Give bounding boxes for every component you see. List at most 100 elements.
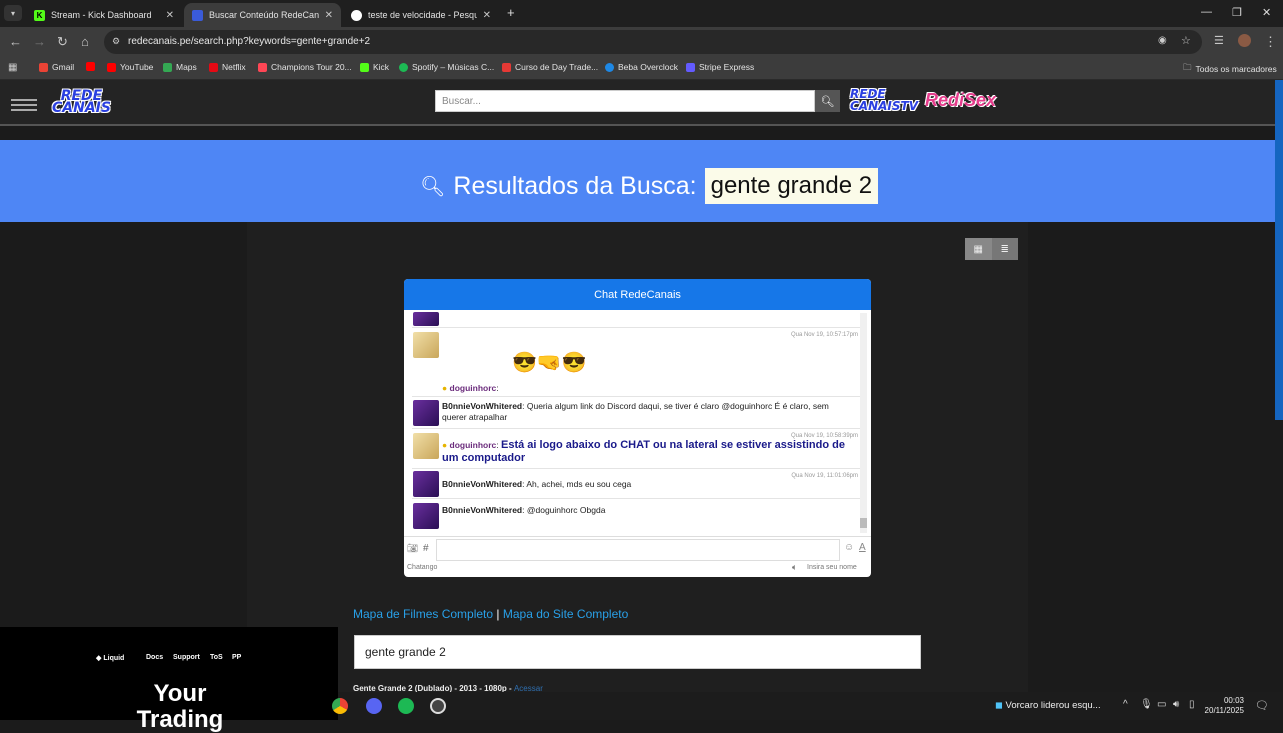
grid-view-icon[interactable]: ▦ (965, 238, 992, 260)
forward-icon[interactable]: → (33, 34, 46, 49)
news-widget[interactable]: ◼ Vorcaro liderou esqu... (995, 700, 1101, 711)
profile-avatar[interactable] (1238, 34, 1251, 47)
back-icon[interactable]: ← (9, 34, 22, 49)
nav-docs[interactable]: Docs (146, 654, 163, 661)
stripe-icon (686, 62, 695, 72)
new-tab-button[interactable]: + (507, 5, 515, 20)
message-timestamp: Qua Nov 19, 10:57:17pm (790, 332, 858, 338)
site-logo[interactable]: REDE CANAIS (52, 89, 111, 115)
bookmark-youtube-icon-only[interactable] (86, 62, 95, 71)
close-tab-icon[interactable]: ✕ (166, 10, 174, 21)
bookmark-gmail[interactable]: Gmail (39, 62, 74, 72)
apps-grid-icon[interactable]: ▦ (8, 62, 17, 73)
chrome-icon[interactable] (332, 698, 348, 714)
bookmark-kick[interactable]: Kick (360, 62, 389, 72)
speaker-icon[interactable]: 🔈︎ (792, 562, 797, 573)
tab-redecanais[interactable]: Buscar Conteúdo RedeCanais: g ✕ (184, 3, 341, 27)
message-user[interactable]: B0nnieVonWhitered (442, 401, 522, 411)
chatango-link[interactable]: Chatango (407, 564, 437, 571)
chat-message: Qua Nov 19, 10:58:39pm ● doguinhorc: Est… (412, 429, 860, 469)
tab-kick[interactable]: K Stream - Kick Dashboard ✕ (26, 3, 182, 27)
all-bookmarks-folder[interactable]: 🗀 Todos os marcadores (1183, 62, 1277, 76)
clock-date: 20/11/2025 (1204, 706, 1244, 715)
gmail-icon (39, 62, 48, 72)
clock-time: 00:03 (1223, 696, 1244, 705)
close-tab-icon[interactable]: ✕ (325, 10, 333, 21)
battery-icon[interactable]: ▯ (1189, 699, 1195, 710)
obs-icon[interactable] (430, 698, 446, 714)
redecanais-favicon-icon (192, 9, 203, 21)
bookmarks-bar: ▦ Gmail YouTube Maps Netflix Champions T… (0, 57, 1283, 80)
notification-icon[interactable]: 🗨︎ (1255, 699, 1269, 712)
tab-google[interactable]: teste de velocidade - Pesquisa ✕ (343, 3, 499, 27)
nav-support[interactable]: Support (173, 654, 200, 661)
nav-tos[interactable]: ToS (210, 654, 223, 661)
hero-heading: Your Trading (136, 680, 224, 733)
message-user[interactable]: doguinhorc (450, 440, 497, 450)
message-body: ● doguinhorc: Está ai logo abaixo do CHA… (442, 439, 845, 464)
hamburger-menu-icon[interactable] (11, 96, 37, 114)
tab-title: teste de velocidade - Pesquisa (368, 10, 477, 20)
chat-message: B0nnieVonWhitered: Queria algum link do … (412, 397, 860, 429)
bookmark-label: Todos os marcadores (1195, 64, 1277, 74)
mic-icon[interactable]: 🎙︎ (1140, 699, 1153, 710)
bookmark-youtube[interactable]: YouTube (107, 62, 153, 72)
page-scrollbar[interactable] (1275, 80, 1283, 420)
reading-list-icon[interactable]: ☰ (1214, 34, 1224, 47)
message-user[interactable]: B0nnieVonWhitered (442, 505, 522, 515)
site-info-icon[interactable]: ⚙ (112, 36, 120, 47)
bookmark-label: Maps (176, 62, 197, 72)
message-timestamp: Qua Nov 19, 11:01:06pm (791, 473, 858, 479)
enter-name-link[interactable]: Insira seu nome (807, 564, 857, 571)
camera-icon[interactable]: 📷︎ (407, 543, 418, 554)
tray-chevron-icon[interactable]: ^ (1123, 699, 1128, 710)
bookmark-netflix[interactable]: Netflix (209, 62, 246, 72)
bookmark-champions[interactable]: Champions Tour 20... (258, 62, 352, 72)
minimize-icon[interactable]: — (1201, 6, 1212, 18)
message-user[interactable]: B0nnieVonWhitered (442, 479, 522, 489)
movies-map-link[interactable]: Mapa de Filmes Completo (353, 607, 493, 621)
volume-icon[interactable]: 🔊︎ (1173, 699, 1179, 710)
omnibox[interactable]: ⚙ redecanais.pe/search.php?keywords=gent… (104, 30, 1202, 54)
close-window-icon[interactable]: ✕ (1262, 6, 1271, 19)
close-tab-icon[interactable]: ✕ (483, 10, 491, 21)
logo-redecanais-tv[interactable]: REDE CANAISTV (850, 88, 918, 112)
scroll-thumb[interactable] (860, 518, 867, 528)
home-icon[interactable]: ⌂ (81, 34, 89, 49)
emoji-sticker-icon: 😎🤜😎 (512, 352, 587, 374)
logo-redisex[interactable]: RediSex (925, 90, 996, 111)
course-icon (502, 62, 511, 72)
message-user[interactable]: doguinhorc (450, 383, 497, 393)
liquid-logo[interactable]: ◆ Liquid (96, 654, 124, 662)
badge-icon: ● (442, 440, 448, 450)
bookmark-day-trade[interactable]: Curso de Day Trade... (502, 62, 598, 72)
maximize-icon[interactable]: ❐ (1232, 6, 1242, 19)
bookmark-spotify[interactable]: Spotify – Músicas C... (399, 62, 494, 72)
nav-pp[interactable]: PP (232, 654, 241, 661)
reload-icon[interactable]: ↻ (57, 34, 68, 50)
text-style-icon[interactable]: A (859, 542, 866, 553)
query-input[interactable]: gente grande 2 (354, 635, 921, 669)
site-map-link[interactable]: Mapa do Site Completo (503, 607, 628, 621)
menu-kebab-icon[interactable]: ⋮ (1264, 34, 1277, 50)
bookmark-maps[interactable]: Maps (163, 62, 197, 72)
star-bookmark-icon[interactable]: ☆ (1181, 34, 1191, 47)
emoji-icon[interactable]: ☺ (844, 542, 854, 553)
list-view-icon[interactable]: ≣ (992, 238, 1019, 260)
bookmark-beba[interactable]: Beba Overclock (605, 62, 678, 72)
network-icon[interactable]: ▭ (1157, 699, 1166, 710)
message-body: B0nnieVonWhitered: Queria algum link do … (442, 401, 829, 422)
discord-icon[interactable] (366, 698, 382, 714)
bookmark-stripe[interactable]: Stripe Express (686, 62, 754, 72)
search-input[interactable]: Buscar... (435, 90, 815, 112)
chat-message-input[interactable] (436, 539, 840, 561)
chat-scrollbar[interactable] (860, 313, 867, 533)
spotify-icon[interactable] (398, 698, 414, 714)
hashtag-button[interactable]: # (423, 543, 429, 554)
clock[interactable]: 00:03 20/11/2025 (1200, 696, 1244, 716)
tab-list-button[interactable]: ▾ (4, 5, 22, 21)
search-button[interactable]: 🔍︎ (815, 90, 840, 112)
message-body: ● doguinhorc: (442, 383, 499, 393)
bookmark-label: Gmail (52, 62, 75, 72)
eye-off-icon[interactable]: ◉ (1158, 35, 1167, 46)
